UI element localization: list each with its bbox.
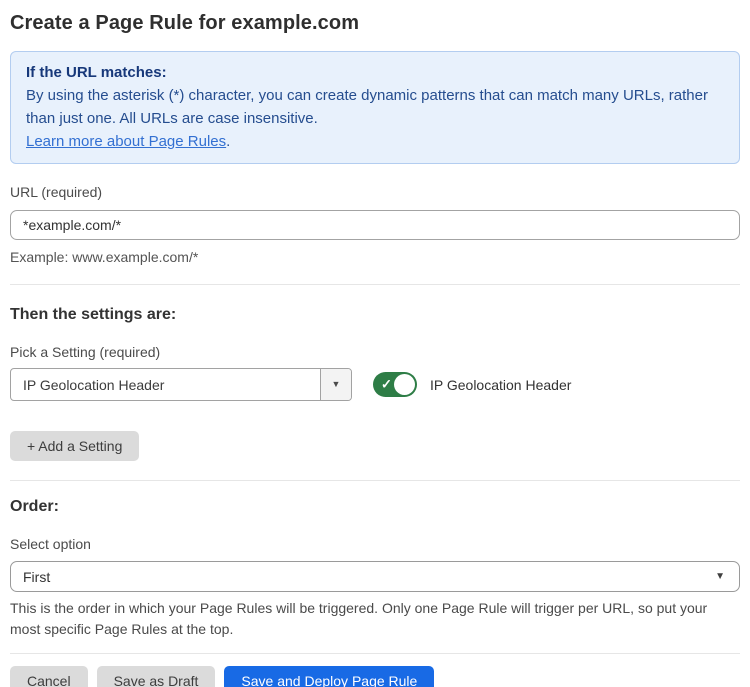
pick-setting-label: Pick a Setting (required) — [10, 345, 740, 360]
divider — [10, 480, 740, 481]
cancel-button[interactable]: Cancel — [10, 666, 88, 687]
chevron-down-icon: ▼ — [332, 380, 341, 389]
url-label: URL (required) — [10, 185, 740, 200]
info-box-link-line: Learn more about Page Rules. — [26, 130, 724, 153]
info-box-body: By using the asterisk (*) character, you… — [26, 84, 724, 130]
create-page-rule-panel: Create a Page Rule for example.com If th… — [0, 0, 750, 687]
ip-geolocation-toggle[interactable]: ✓ — [373, 372, 417, 397]
info-box-heading: If the URL matches: — [26, 61, 724, 84]
setting-row: IP Geolocation Header ▼ ✓ IP Geolocation… — [10, 368, 740, 401]
footer-actions: Cancel Save as Draft Save and Deploy Pag… — [10, 666, 740, 687]
order-select[interactable]: First ▼ — [10, 561, 740, 592]
toggle-knob — [394, 374, 415, 395]
order-select-value: First — [23, 569, 50, 585]
setting-select-value: IP Geolocation Header — [11, 377, 320, 393]
toggle-label: IP Geolocation Header — [430, 377, 571, 393]
page-title: Create a Page Rule for example.com — [10, 12, 740, 34]
order-section-heading: Order: — [10, 498, 740, 516]
select-option-label: Select option — [10, 537, 740, 552]
setting-select-arrow-button[interactable]: ▼ — [320, 369, 351, 400]
url-example-text: Example: www.example.com/* — [10, 247, 740, 268]
chevron-down-icon: ▼ — [715, 572, 725, 582]
url-match-info-box: If the URL matches: By using the asteris… — [10, 51, 740, 164]
check-icon: ✓ — [381, 376, 392, 392]
url-input[interactable] — [10, 210, 740, 240]
settings-section-heading: Then the settings are: — [10, 306, 740, 324]
order-help-text: This is the order in which your Page Rul… — [10, 598, 740, 640]
divider — [10, 284, 740, 285]
add-setting-button[interactable]: + Add a Setting — [10, 431, 139, 461]
save-draft-button[interactable]: Save as Draft — [97, 666, 216, 687]
divider — [10, 653, 740, 654]
learn-more-link[interactable]: Learn more about Page Rules — [26, 133, 226, 150]
setting-select[interactable]: IP Geolocation Header ▼ — [10, 368, 352, 401]
link-period: . — [226, 133, 230, 150]
save-deploy-button[interactable]: Save and Deploy Page Rule — [224, 666, 434, 687]
